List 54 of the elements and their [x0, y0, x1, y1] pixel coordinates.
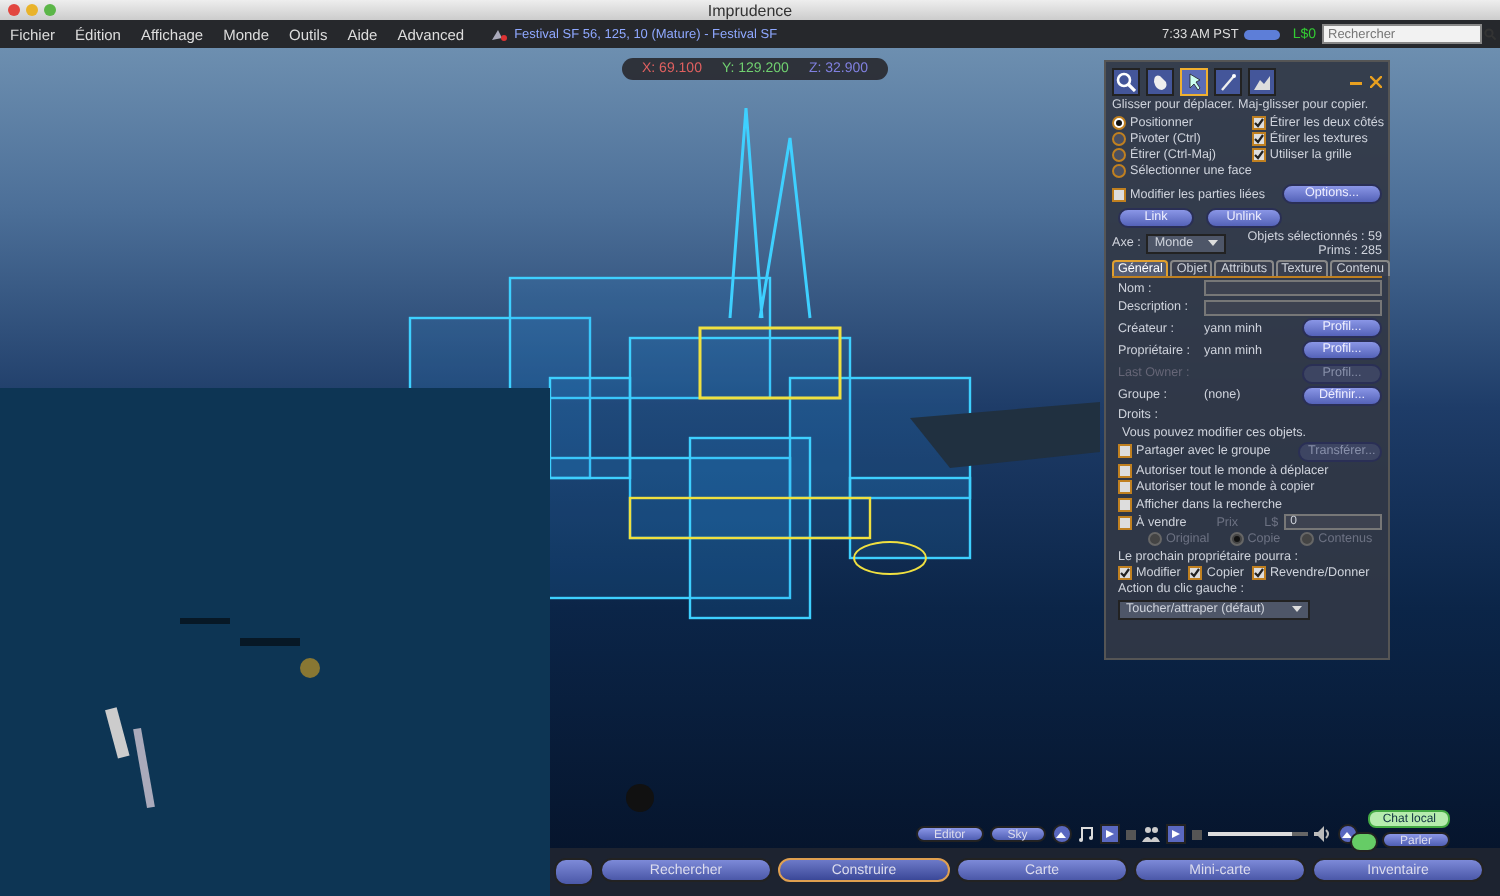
- magnifier-icon: [1116, 72, 1136, 92]
- tool-button[interactable]: [1180, 68, 1208, 96]
- tool-button[interactable]: [1146, 68, 1174, 96]
- checkbox[interactable]: [1118, 480, 1132, 495]
- gesture-button[interactable]: [1350, 832, 1378, 852]
- tool-button[interactable]: [1112, 68, 1140, 96]
- close-icon[interactable]: [1370, 76, 1382, 88]
- checkbox[interactable]: [1188, 565, 1203, 580]
- radio-button[interactable]: [1112, 164, 1126, 179]
- checkbox[interactable]: [1118, 497, 1132, 512]
- music-icon[interactable]: [1077, 826, 1094, 842]
- play-button[interactable]: [1099, 824, 1120, 844]
- speaker-icon[interactable]: [1313, 826, 1332, 842]
- caret-icon: [1292, 606, 1302, 613]
- checkbox[interactable]: [1112, 187, 1126, 202]
- radio-button[interactable]: [1300, 532, 1315, 547]
- toolbar-button[interactable]: [554, 858, 594, 886]
- close-icon[interactable]: [8, 4, 20, 16]
- radio-button[interactable]: [1148, 532, 1162, 547]
- up-arrow-icon: [1056, 831, 1067, 837]
- people-icon[interactable]: [1141, 826, 1160, 842]
- location-icon: [490, 27, 509, 41]
- tool-button[interactable]: [1214, 68, 1242, 96]
- up-arrow-icon: [1342, 831, 1353, 837]
- checkbox[interactable]: [1251, 148, 1266, 163]
- hand-icon: [1150, 72, 1170, 92]
- expand-button[interactable]: [1051, 824, 1072, 844]
- radio-button[interactable]: [1112, 131, 1126, 146]
- checkbox[interactable]: [1118, 464, 1132, 479]
- play-icon: [1105, 830, 1114, 838]
- stop-icon[interactable]: [1191, 829, 1202, 839]
- input-field[interactable]: [1204, 280, 1382, 297]
- minimize-icon[interactable]: [1350, 76, 1362, 88]
- input-field[interactable]: [1204, 299, 1382, 316]
- checkbox[interactable]: [1118, 565, 1132, 580]
- terrain-icon: [1252, 72, 1272, 92]
- caret-icon: [1208, 240, 1219, 247]
- window-title: Imprudence: [707, 1, 793, 19]
- checkbox[interactable]: [1251, 115, 1266, 130]
- checkbox[interactable]: [1118, 515, 1132, 530]
- wand-icon: [1218, 72, 1238, 92]
- play-button[interactable]: [1165, 824, 1186, 844]
- status-pill: [1244, 29, 1281, 39]
- checkbox[interactable]: [1118, 444, 1132, 459]
- play-icon: [1171, 830, 1180, 838]
- cursor-icon: [1184, 72, 1204, 92]
- tool-button[interactable]: [1248, 68, 1276, 96]
- expand-button[interactable]: [1337, 824, 1358, 844]
- radio-button[interactable]: [1112, 115, 1126, 130]
- checkbox[interactable]: [1251, 131, 1266, 146]
- checkbox[interactable]: [1251, 565, 1266, 580]
- radio-button[interactable]: [1229, 532, 1244, 547]
- stop-icon[interactable]: [1125, 829, 1136, 839]
- radio-button[interactable]: [1112, 148, 1126, 163]
